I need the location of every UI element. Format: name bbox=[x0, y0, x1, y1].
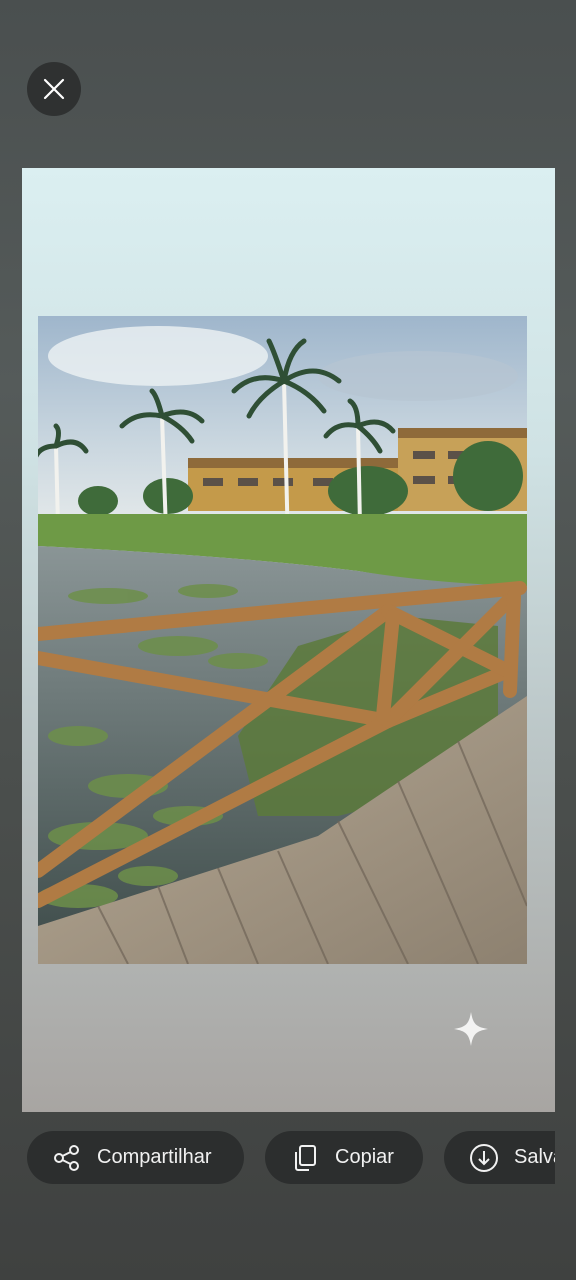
copy-label: Copiar bbox=[335, 1146, 394, 1168]
sparkle-icon bbox=[454, 1012, 488, 1046]
share-icon bbox=[51, 1142, 83, 1174]
close-icon bbox=[43, 78, 65, 100]
copy-icon bbox=[289, 1142, 321, 1174]
preview-photo[interactable] bbox=[38, 316, 527, 964]
preview-card bbox=[22, 168, 555, 1112]
share-button[interactable]: Compartilhar bbox=[27, 1131, 244, 1184]
save-button[interactable]: Salvar bbox=[444, 1131, 555, 1184]
save-label: Salvar bbox=[514, 1146, 555, 1168]
lakeside-boardwalk-photo bbox=[38, 316, 527, 964]
action-bar: Compartilhar Copiar Salvar bbox=[0, 1131, 555, 1185]
download-icon bbox=[468, 1142, 500, 1174]
close-button[interactable] bbox=[27, 62, 81, 116]
copy-button[interactable]: Copiar bbox=[265, 1131, 423, 1184]
share-label: Compartilhar bbox=[97, 1146, 212, 1168]
